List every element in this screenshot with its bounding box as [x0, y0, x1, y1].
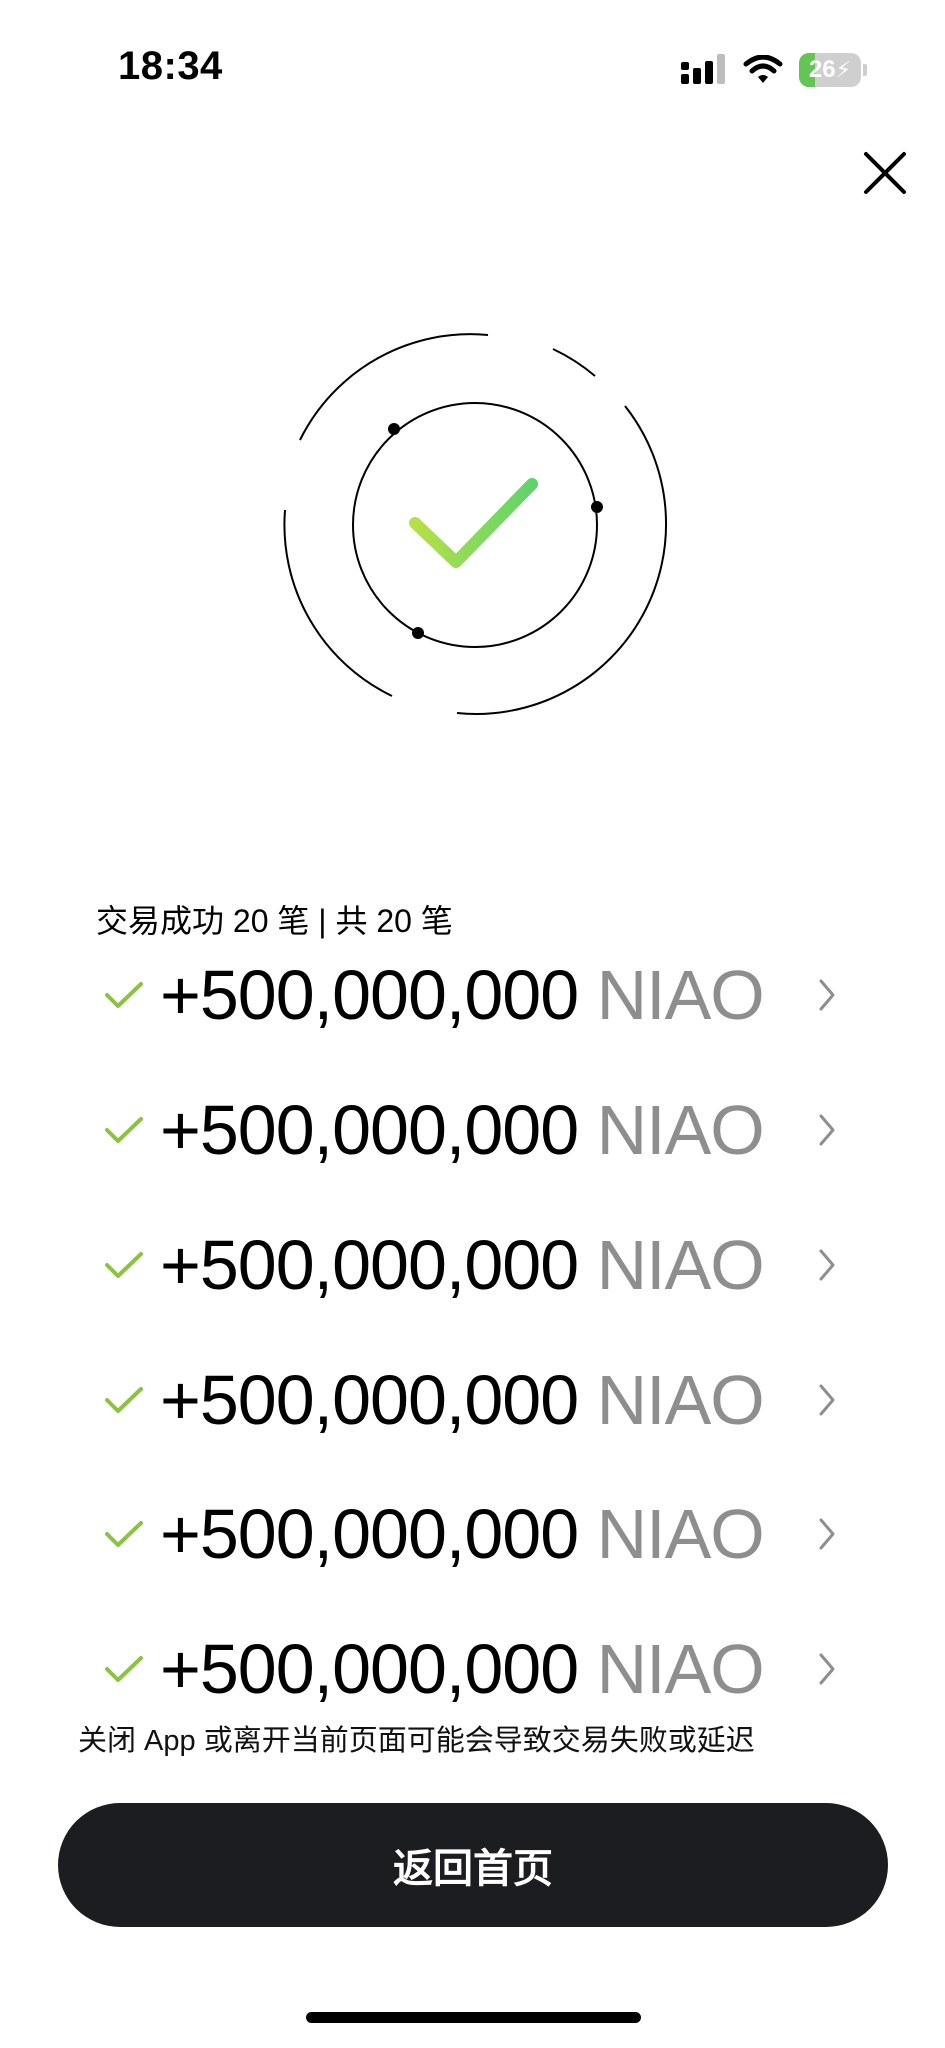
- amount-unit: NIAO: [596, 1495, 765, 1573]
- amount-unit: NIAO: [596, 1091, 765, 1169]
- amount-unit: NIAO: [596, 956, 765, 1034]
- orbit-dot: [388, 423, 400, 435]
- status-icons: 26 ⚡: [681, 50, 867, 90]
- amount-unit: NIAO: [596, 1361, 765, 1439]
- signal-icon: [681, 54, 725, 84]
- chevron-right-icon: [819, 1518, 835, 1550]
- chevron-right-icon: [819, 1114, 835, 1146]
- amount-value: +500,000,000: [160, 1226, 579, 1304]
- status-time: 18:34: [118, 44, 223, 88]
- chevron-right-icon: [819, 1249, 835, 1281]
- amount-value: +500,000,000: [160, 1091, 579, 1169]
- home-indicator: [306, 2012, 641, 2023]
- transaction-row[interactable]: +500,000,000 NIAO: [0, 1614, 945, 1724]
- check-icon: [105, 982, 143, 1008]
- transaction-amount: +500,000,000 NIAO: [160, 1494, 765, 1574]
- amount-value: +500,000,000: [160, 1630, 579, 1708]
- chevron-right-icon: [819, 1653, 835, 1685]
- transaction-amount: +500,000,000 NIAO: [160, 1629, 765, 1709]
- warning-text: 关闭 App 或离开当前页面可能会导致交易失败或延迟: [78, 1725, 755, 1757]
- check-icon: [105, 1656, 143, 1682]
- orbit-dot: [591, 501, 603, 513]
- transaction-row[interactable]: +500,000,000 NIAO: [0, 1210, 945, 1320]
- check-icon: [105, 1117, 143, 1143]
- orbit-dot: [412, 627, 424, 639]
- amount-unit: NIAO: [596, 1226, 765, 1304]
- amount-value: +500,000,000: [160, 1361, 579, 1439]
- chevron-right-icon: [819, 1384, 835, 1416]
- success-illustration: [283, 333, 668, 715]
- transaction-row[interactable]: +500,000,000 NIAO: [0, 1075, 945, 1185]
- transaction-amount: +500,000,000 NIAO: [160, 1360, 765, 1440]
- wifi-icon: [743, 55, 783, 83]
- check-icon: [105, 1521, 143, 1547]
- transaction-summary: 交易成功 20 笔 | 共 20 笔: [96, 903, 453, 939]
- amount-unit: NIAO: [596, 1630, 765, 1708]
- transaction-row[interactable]: +500,000,000 NIAO: [0, 1479, 945, 1589]
- amount-value: +500,000,000: [160, 956, 579, 1034]
- transaction-amount: +500,000,000 NIAO: [160, 955, 765, 1035]
- transaction-row[interactable]: +500,000,000 NIAO: [0, 940, 945, 1050]
- battery-cap: [863, 64, 867, 76]
- chevron-right-icon: [819, 979, 835, 1011]
- transaction-amount: +500,000,000 NIAO: [160, 1225, 765, 1305]
- battery-icon: 26 ⚡: [799, 53, 861, 87]
- transaction-row[interactable]: +500,000,000 NIAO: [0, 1345, 945, 1455]
- transaction-amount: +500,000,000 NIAO: [160, 1090, 765, 1170]
- close-icon[interactable]: [858, 146, 912, 200]
- transaction-result-screen: 18:34 26 ⚡ 交易成功 20 笔 | 共 20 笔 +500,000,0…: [0, 0, 945, 2048]
- amount-value: +500,000,000: [160, 1495, 579, 1573]
- battery-level: 26 ⚡: [808, 56, 852, 83]
- return-home-button[interactable]: 返回首页: [58, 1803, 888, 1927]
- check-icon: [105, 1387, 143, 1413]
- success-check-icon: [409, 478, 538, 568]
- check-icon: [105, 1252, 143, 1278]
